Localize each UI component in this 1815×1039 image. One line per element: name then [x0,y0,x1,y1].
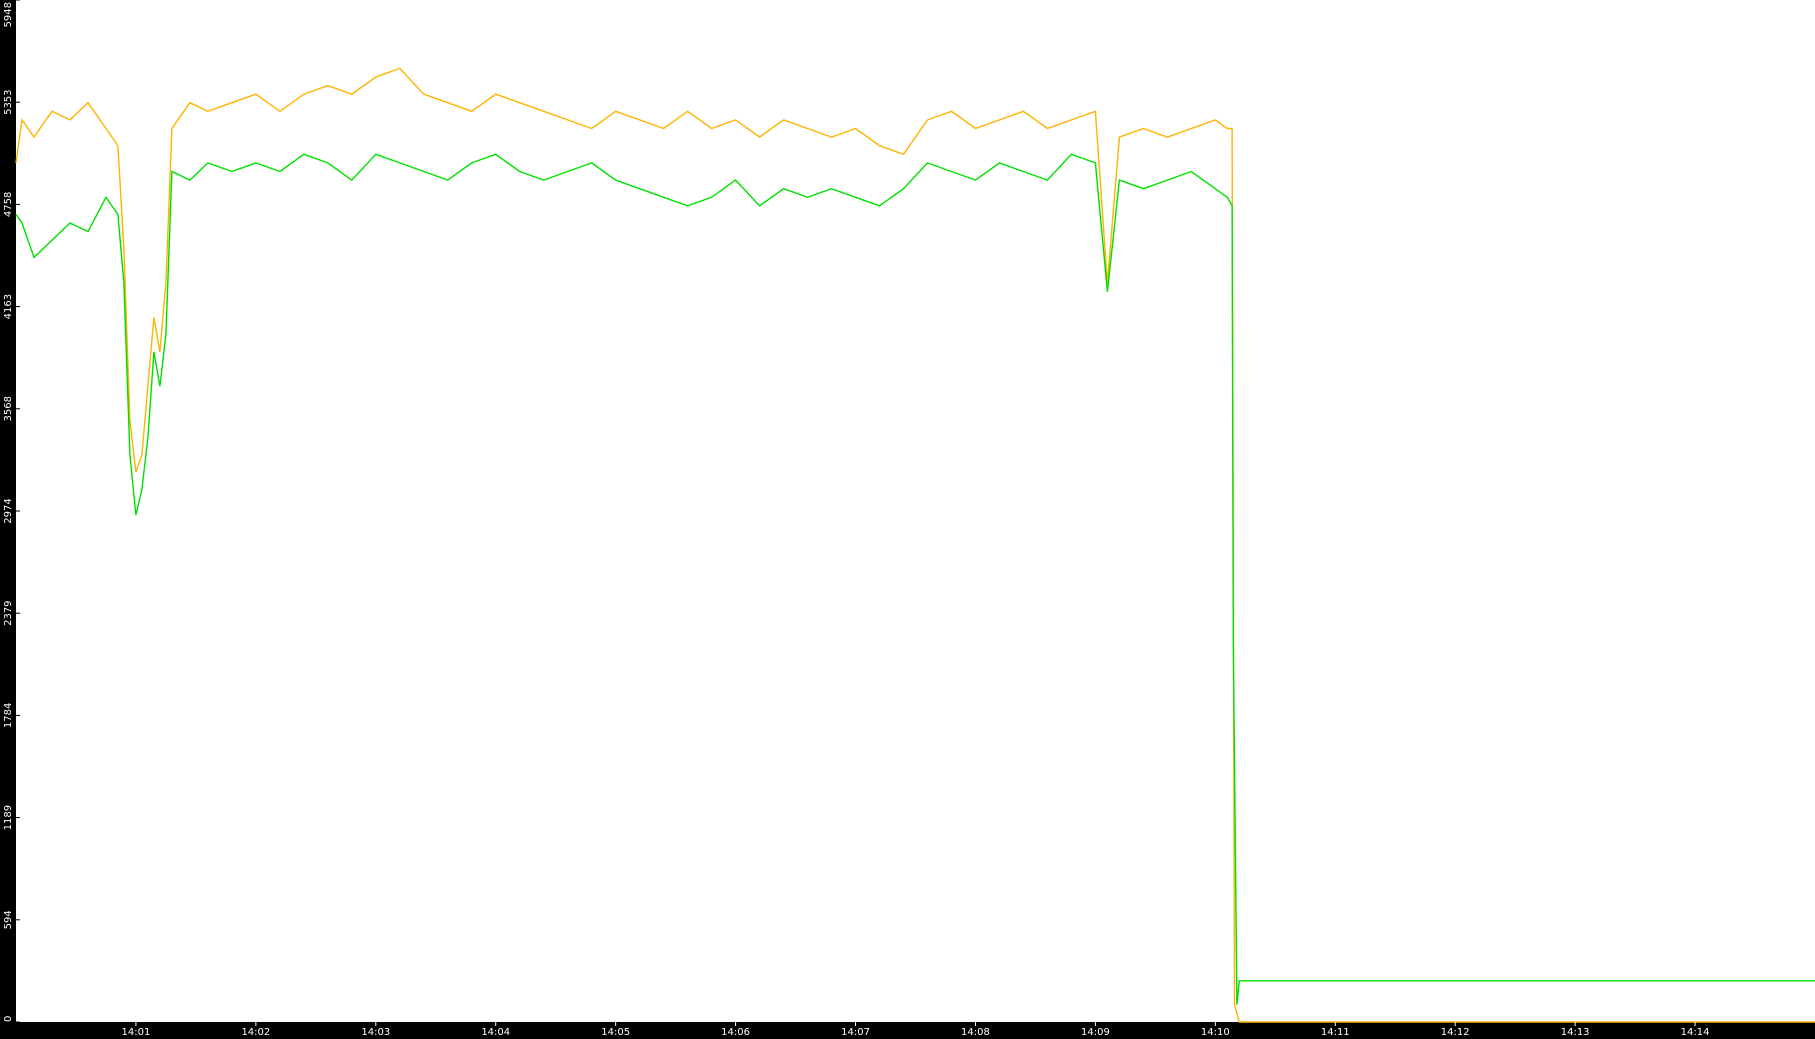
y-tick-label: 5948 [3,2,14,27]
x-tick-label: 14:09 [1081,1027,1110,1038]
y-tick-label: 2379 [3,600,14,625]
y-tick-label: 594 [3,910,14,929]
x-tick-label: 14:13 [1561,1027,1590,1038]
y-tick-label: 3568 [3,396,14,421]
x-tick-label: 14:01 [122,1027,151,1038]
y-tick-label: 4163 [3,294,14,319]
y-tick-label: 1784 [3,703,14,728]
y-tick-label: 0 [3,1016,14,1022]
y-tick-label: 1189 [3,805,14,830]
x-tick-label: 14:12 [1441,1027,1470,1038]
chart: 0 594 1189 1784 2379 2974 3568 4163 4758 5353 5948… [0,0,1815,1039]
x-tick-label: 14:03 [361,1027,390,1038]
y-tick-label: 2974 [3,498,14,523]
x-tick-label: 14:08 [961,1027,990,1038]
x-tick-label: 14:11 [1321,1027,1350,1038]
x-tick-label: 14:04 [481,1027,510,1038]
y-tick-label: 4758 [3,192,14,217]
plot-area [16,0,1815,1022]
x-tick-label: 14:06 [721,1027,750,1038]
x-tick-label: 14:05 [601,1027,630,1038]
x-tick-label: 14:14 [1681,1027,1710,1038]
x-tick-label: 14:07 [841,1027,870,1038]
y-tick-label: 5353 [3,89,14,114]
x-tick-label: 14:02 [241,1027,270,1038]
x-tick-label: 14:10 [1201,1027,1230,1038]
